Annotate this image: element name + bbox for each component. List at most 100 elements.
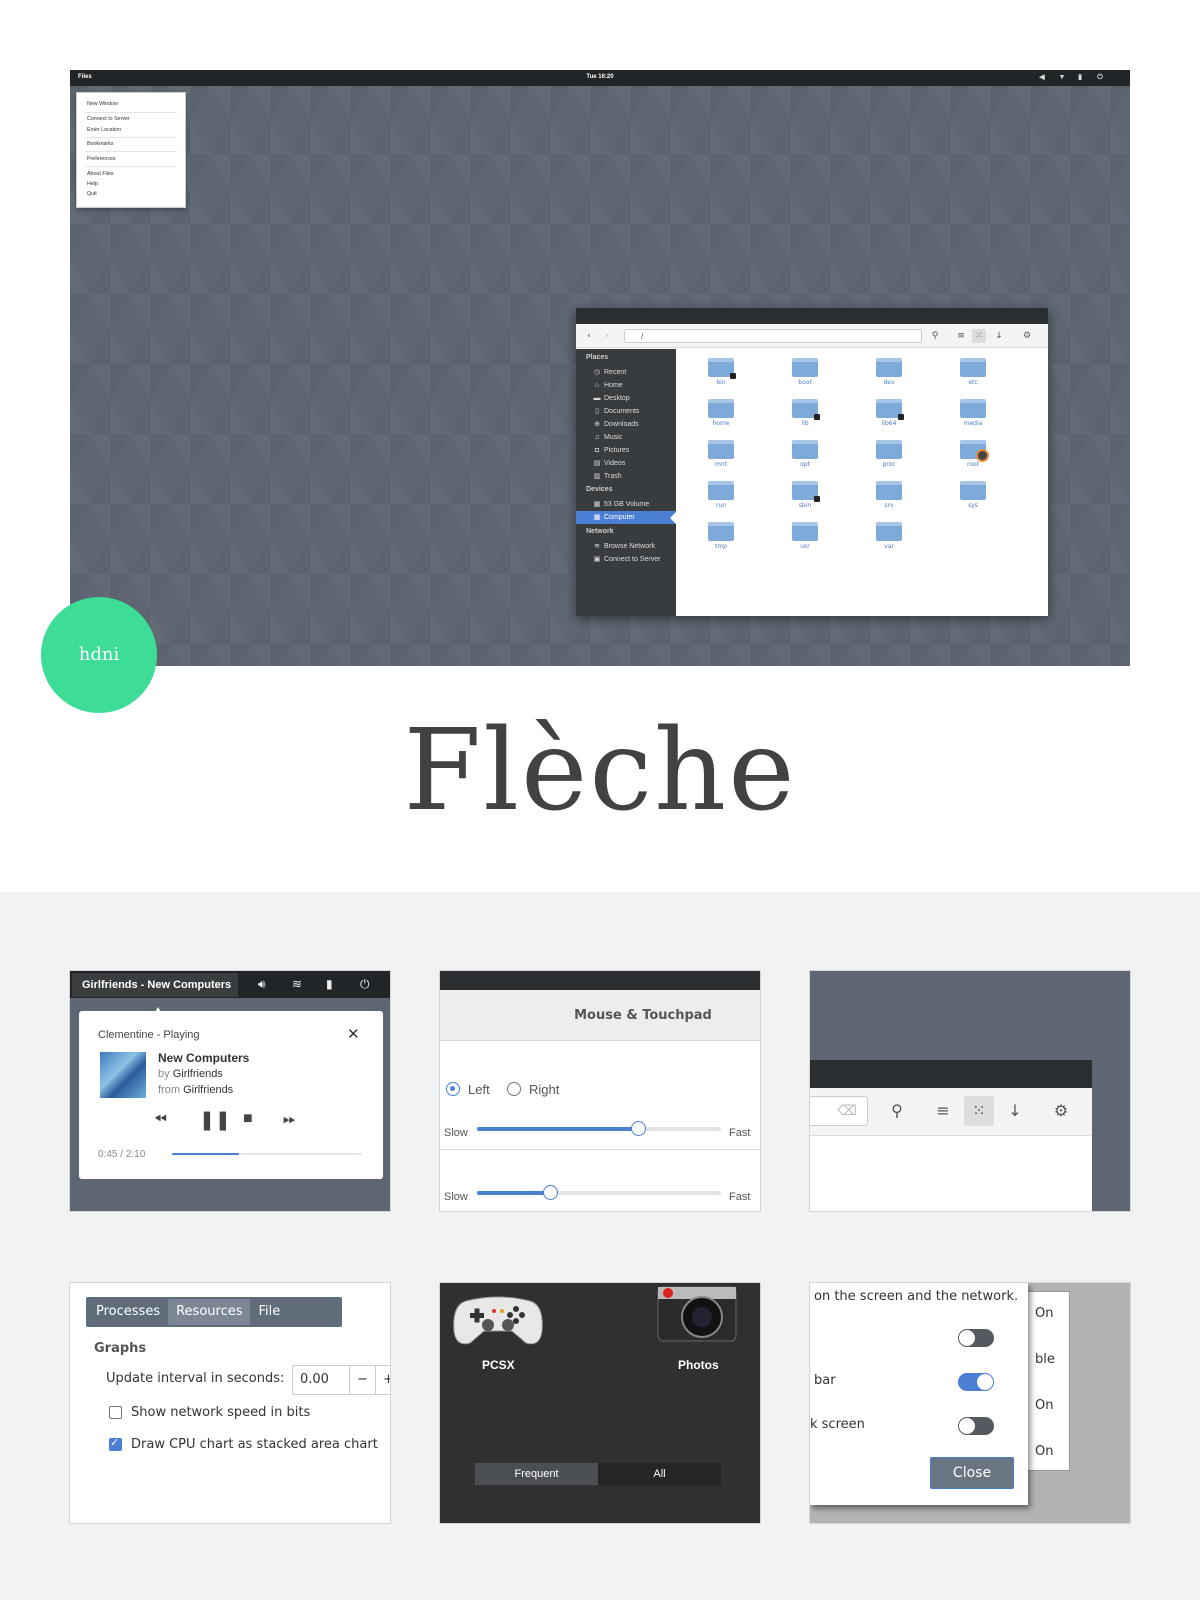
stop-icon[interactable]: ■ (243, 1110, 253, 1128)
folder-bin[interactable]: bin (704, 358, 738, 386)
menu-help[interactable]: Help (87, 181, 98, 187)
album-name: Girlfriends (183, 1084, 234, 1096)
next-icon[interactable]: ⏩︎ (283, 1111, 296, 1129)
app-label-pcsx[interactable]: PCSX (482, 1358, 515, 1372)
sidebar-item-desktop[interactable]: ▬ Desktop (590, 392, 676, 405)
close-icon[interactable]: ✕ (347, 1025, 360, 1043)
battery-icon[interactable]: ▮ (326, 977, 333, 991)
folder-label: bin (716, 379, 726, 386)
search-icon[interactable]: ⚲ (882, 1096, 912, 1126)
tab-resources[interactable]: Resources (168, 1299, 251, 1325)
folder-dev[interactable]: dev (872, 358, 906, 386)
pause-icon[interactable]: ❚❚ (199, 1109, 231, 1132)
track-progress[interactable] (172, 1153, 362, 1155)
increment-button[interactable]: + (375, 1366, 390, 1394)
toggle-1[interactable] (958, 1329, 994, 1347)
sidebar-item-trash[interactable]: ▥ Trash (590, 470, 676, 483)
sidebar-item-home[interactable]: ⌂ Home (590, 379, 676, 392)
cpu-stacked-checkbox[interactable] (109, 1436, 122, 1451)
grid-view-icon[interactable]: ⁙ (964, 1096, 994, 1126)
tab-processes[interactable]: Processes (88, 1299, 168, 1325)
power-icon[interactable]: ⏻ (1096, 74, 1104, 82)
folder-run[interactable]: run (704, 481, 738, 509)
folder-boot[interactable]: boot (788, 358, 822, 386)
location-entry[interactable]: ⌫ (810, 1096, 868, 1126)
menu-quit[interactable]: Quit (87, 191, 97, 197)
battery-icon[interactable]: ▮ (1076, 74, 1084, 82)
close-button[interactable]: Close (930, 1457, 1014, 1489)
folder-srv[interactable]: srv (872, 481, 906, 509)
wifi-icon[interactable]: ≋ (292, 977, 302, 991)
menu-enter-location[interactable]: Enter Location (87, 127, 121, 133)
clock[interactable]: Tue 16:20 (70, 74, 1130, 80)
menu-bookmarks[interactable]: Bookmarks (87, 141, 114, 147)
privacy-dialog-card: On ble On On on the screen and the netwo… (809, 1282, 1131, 1524)
power-icon[interactable]: ⏻ (360, 977, 370, 992)
list-view-icon[interactable]: ≡ (928, 1096, 958, 1126)
menu-about[interactable]: About Files (87, 171, 114, 177)
network-bits-checkbox[interactable] (109, 1406, 122, 1419)
gear-icon[interactable]: ⚙ (1046, 1096, 1076, 1126)
forward-icon[interactable]: › (600, 329, 614, 343)
pointer-speed-slider[interactable] (477, 1121, 721, 1136)
search-icon[interactable]: ⚲ (928, 329, 942, 343)
previous-icon[interactable]: ⏪︎ (154, 1111, 167, 1129)
download-icon[interactable]: ↓ (1000, 1096, 1030, 1126)
toggle-3[interactable] (958, 1417, 994, 1435)
folder-home[interactable]: home (704, 399, 738, 427)
sidebar-item-computer[interactable]: ▦ Computer (576, 511, 676, 524)
folder-mnt[interactable]: mnt (704, 440, 738, 468)
location-bar[interactable]: / (624, 329, 922, 343)
volume-icon[interactable]: ◀ (1038, 74, 1046, 82)
sidebar-item-documents[interactable]: ▯ Documents (590, 405, 676, 418)
folder-opt[interactable]: opt (788, 440, 822, 468)
gamepad-icon[interactable] (452, 1291, 544, 1349)
sidebar-item-recent[interactable]: ◷ Recent (590, 366, 676, 379)
sidebar-item-browse-network[interactable]: ≋ Browse Network (590, 540, 676, 553)
sidebar-item-music[interactable]: ♫ Music (590, 431, 676, 444)
menu-new-window[interactable]: New Window (87, 101, 118, 107)
app-label-photos[interactable]: Photos (678, 1358, 719, 1372)
tab-file-systems[interactable]: File Systems (250, 1299, 340, 1345)
interval-value[interactable]: 0.00 (300, 1372, 329, 1387)
sidebar-item-videos[interactable]: ▤ Videos (590, 457, 676, 470)
volume-icon[interactable]: 🔊︎ (258, 977, 266, 992)
gear-icon[interactable]: ⚙ (1020, 329, 1034, 343)
wifi-icon[interactable]: ▼ (1058, 74, 1066, 82)
window-content (810, 1136, 1092, 1211)
sidebar-item-pictures[interactable]: ◘ Pictures (590, 444, 676, 457)
camera-icon[interactable] (656, 1283, 738, 1343)
sidebar-item-downloads[interactable]: ⊕ Downloads (590, 418, 676, 431)
decrement-button[interactable]: − (349, 1366, 375, 1394)
touchpad-speed-slider[interactable] (477, 1185, 721, 1200)
all-button[interactable]: All (598, 1463, 721, 1485)
now-playing-indicator[interactable]: Girlfriends - New Computers (72, 973, 238, 997)
frequent-button[interactable]: Frequent (475, 1463, 598, 1485)
folder-proc[interactable]: proc (872, 440, 906, 468)
right-radio[interactable] (507, 1082, 521, 1096)
folder-tmp[interactable]: tmp (704, 522, 738, 550)
list-view-icon[interactable]: ≡ (954, 329, 968, 343)
folder-sbin[interactable]: sbin (788, 481, 822, 509)
sidebar-item-volume[interactable]: ▦ 53 GB Volume (590, 498, 676, 511)
grid-view-icon[interactable]: ⁙ (972, 329, 986, 343)
menu-connect-server[interactable]: Connect to Server (87, 116, 130, 122)
window-header[interactable] (576, 308, 1048, 324)
menu-preferences[interactable]: Preferences (87, 156, 116, 162)
folder-root[interactable]: root (956, 440, 990, 468)
sidebar-item-connect-server[interactable]: ▣ Connect to Server (590, 553, 676, 566)
folder-media[interactable]: media (956, 399, 990, 427)
folder-usr[interactable]: usr (788, 522, 822, 550)
clear-icon[interactable]: ⌫ (837, 1103, 857, 1119)
left-radio[interactable] (446, 1082, 460, 1096)
folder-sys[interactable]: sys (956, 481, 990, 509)
folder-lib64[interactable]: lib64 (872, 399, 906, 427)
toggle-2[interactable] (958, 1373, 994, 1391)
folder-lib[interactable]: lib (788, 399, 822, 427)
interval-spinbutton[interactable]: 0.00 − + (292, 1365, 390, 1395)
folder-etc[interactable]: etc (956, 358, 990, 386)
folder-icon (792, 399, 820, 420)
back-icon[interactable]: ‹ (582, 329, 596, 343)
download-icon[interactable]: ↓ (992, 329, 1006, 343)
folder-var[interactable]: var (872, 522, 906, 550)
